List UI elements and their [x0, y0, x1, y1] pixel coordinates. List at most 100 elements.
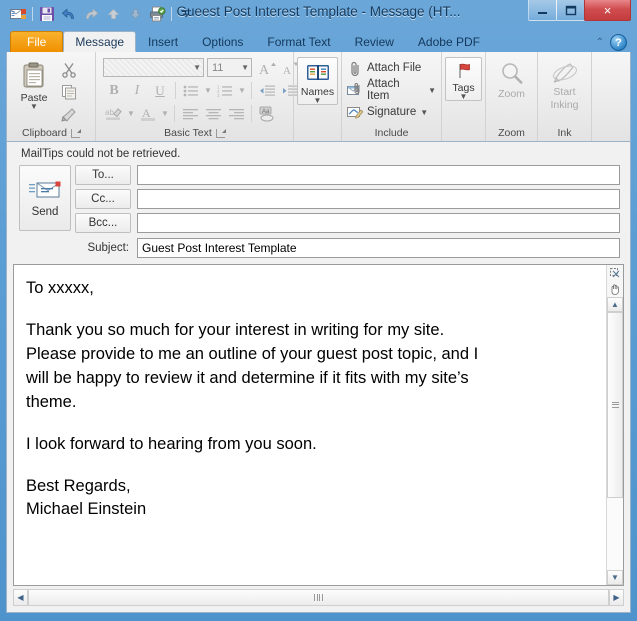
horizontal-scroll-track[interactable] [28, 589, 609, 606]
minimize-button[interactable] [528, 0, 557, 21]
mailtips-banner: MailTips could not be retrieved. [21, 148, 181, 160]
start-inking-label-line1: Start [553, 86, 576, 98]
paste-button[interactable]: Paste ▼ [10, 57, 58, 111]
ribbon-group-include: Attach File Attach Item ▼ Signature ▼ In… [341, 52, 441, 141]
copy-icon[interactable] [58, 81, 80, 102]
recipient-fields: To... Cc... Bcc... [75, 165, 620, 233]
scroll-right-button[interactable]: ▶ [609, 589, 624, 606]
vertical-scroll-track[interactable] [607, 312, 623, 570]
clipboard-dialog-launcher-icon[interactable] [70, 129, 81, 138]
tab-options[interactable]: Options [190, 31, 255, 52]
next-item-icon[interactable] [125, 4, 145, 24]
ribbon-group-names: Names ▼ Names [293, 52, 341, 141]
vertical-scroll-thumb[interactable] [607, 312, 623, 498]
attach-item-button[interactable]: Attach Item ▼ [345, 78, 438, 102]
basic-text-separator-2 [251, 82, 252, 99]
body-horizontal-scrollbar[interactable]: ◀ ▶ [13, 589, 624, 606]
bcc-button[interactable]: Bcc... [75, 213, 131, 233]
font-color-icon[interactable]: A [137, 103, 159, 124]
bullets-icon[interactable] [180, 80, 202, 101]
font-size-dropdown-icon[interactable]: ▼ [237, 63, 249, 72]
collapse-ribbon-icon[interactable]: ⌃ [596, 37, 604, 48]
ribbon-group-tags: Tags ▼ Tags [441, 52, 485, 141]
title-bar: Gueest Post Interest Template - Message … [6, 0, 631, 28]
ribbon-tab-right-controls: ⌃ ? [596, 34, 627, 51]
qat-separator [32, 7, 33, 21]
outlook-item-icon[interactable] [8, 4, 28, 24]
start-inking-label-line2: Inking [550, 99, 579, 112]
tab-review[interactable]: Review [343, 31, 406, 52]
font-name-dropdown-icon[interactable]: ▼ [189, 63, 201, 72]
attach-item-icon [347, 82, 363, 98]
bcc-input[interactable] [137, 213, 620, 233]
subject-row: Subject: Guest Post Interest Template [7, 233, 630, 264]
numbering-dropdown-icon[interactable]: ▼ [237, 80, 247, 101]
horizontal-scroll-thumb[interactable] [28, 589, 609, 606]
scroll-down-button[interactable]: ▼ [607, 570, 623, 585]
numbering-icon[interactable]: 1 2 3 [214, 80, 236, 101]
attach-file-button[interactable]: Attach File [345, 58, 423, 78]
tab-message[interactable]: Message [63, 31, 137, 52]
bullets-dropdown-icon[interactable]: ▼ [203, 80, 213, 101]
close-button[interactable]: × [584, 0, 631, 21]
grow-font-icon[interactable]: A [256, 57, 278, 78]
ribbon-group-ink: Start Inking Ink [537, 52, 591, 141]
names-dropdown-icon[interactable]: ▼ [314, 97, 322, 105]
to-row: To... [75, 165, 620, 185]
bold-button[interactable]: B [103, 80, 125, 101]
signature-button[interactable]: Signature ▼ [345, 102, 430, 122]
message-body-input[interactable]: To xxxxx, Thank you so much for your int… [14, 265, 606, 585]
help-icon[interactable]: ? [610, 34, 627, 51]
clear-formatting-icon[interactable]: Aa [256, 103, 278, 124]
send-cell: Send [19, 165, 75, 233]
scroll-up-button[interactable]: ▲ [607, 297, 623, 312]
align-left-icon[interactable] [179, 103, 201, 124]
save-icon[interactable] [37, 4, 57, 24]
signature-icon [347, 104, 363, 120]
to-input[interactable] [137, 165, 620, 185]
subject-label: Subject: [87, 242, 129, 254]
horizontal-thumb-grip-icon [314, 594, 323, 601]
paste-dropdown-icon[interactable]: ▼ [30, 103, 38, 111]
align-right-icon[interactable] [225, 103, 247, 124]
maximize-button[interactable] [556, 0, 585, 21]
to-button[interactable]: To... [75, 165, 131, 185]
body-vertical-scrollbar[interactable]: ▲ ▼ [606, 265, 623, 585]
tags-dropdown-icon[interactable]: ▼ [460, 93, 468, 101]
text-highlight-color-icon[interactable]: ab [103, 103, 125, 124]
customize-qat-icon[interactable] [176, 4, 196, 24]
format-painter-icon[interactable] [58, 103, 80, 124]
names-button[interactable]: Names ▼ [297, 57, 338, 106]
tags-button[interactable]: Tags ▼ [445, 57, 482, 102]
tab-file[interactable]: File [10, 31, 64, 52]
highlight-dropdown-icon[interactable]: ▼ [126, 103, 136, 124]
subject-input[interactable]: Guest Post Interest Template [137, 238, 620, 258]
font-size-input[interactable]: 11 ▼ [207, 58, 252, 77]
body-line-8: Michael Einstein [26, 500, 147, 519]
cc-input[interactable] [137, 189, 620, 209]
cc-button[interactable]: Cc... [75, 189, 131, 209]
signature-dropdown-icon[interactable]: ▼ [420, 108, 428, 117]
tab-adobe-pdf[interactable]: Adobe PDF [406, 31, 492, 52]
body-line-2: Thank you so much for your interest in w… [26, 320, 445, 339]
tab-insert[interactable]: Insert [136, 31, 190, 52]
decrease-indent-icon[interactable] [256, 80, 278, 101]
print-preview-icon[interactable] [147, 4, 167, 24]
align-center-icon[interactable] [202, 103, 224, 124]
basic-text-dialog-launcher-icon[interactable] [215, 129, 226, 138]
svg-text:3: 3 [217, 93, 220, 98]
svg-text:ab: ab [105, 108, 114, 117]
underline-button[interactable]: U [149, 80, 171, 101]
attach-item-dropdown-icon[interactable]: ▼ [428, 86, 436, 95]
font-color-dropdown-icon[interactable]: ▼ [160, 103, 170, 124]
ribbon-group-basic-text: ▼ 11 ▼ A A B I U ▼ 1 2 3 ▼ ab ▼ A ▼ Aa B… [95, 52, 298, 141]
tab-format-text[interactable]: Format Text [255, 31, 342, 52]
font-name-input[interactable]: ▼ [103, 58, 204, 77]
pan-hand-icon[interactable] [607, 281, 623, 297]
italic-button[interactable]: I [126, 80, 148, 101]
undo-icon[interactable] [59, 4, 79, 24]
scroll-left-button[interactable]: ◀ [13, 589, 28, 606]
cut-icon[interactable] [58, 59, 80, 80]
select-browse-object-icon[interactable] [607, 265, 623, 281]
send-button[interactable]: Send [19, 165, 71, 231]
